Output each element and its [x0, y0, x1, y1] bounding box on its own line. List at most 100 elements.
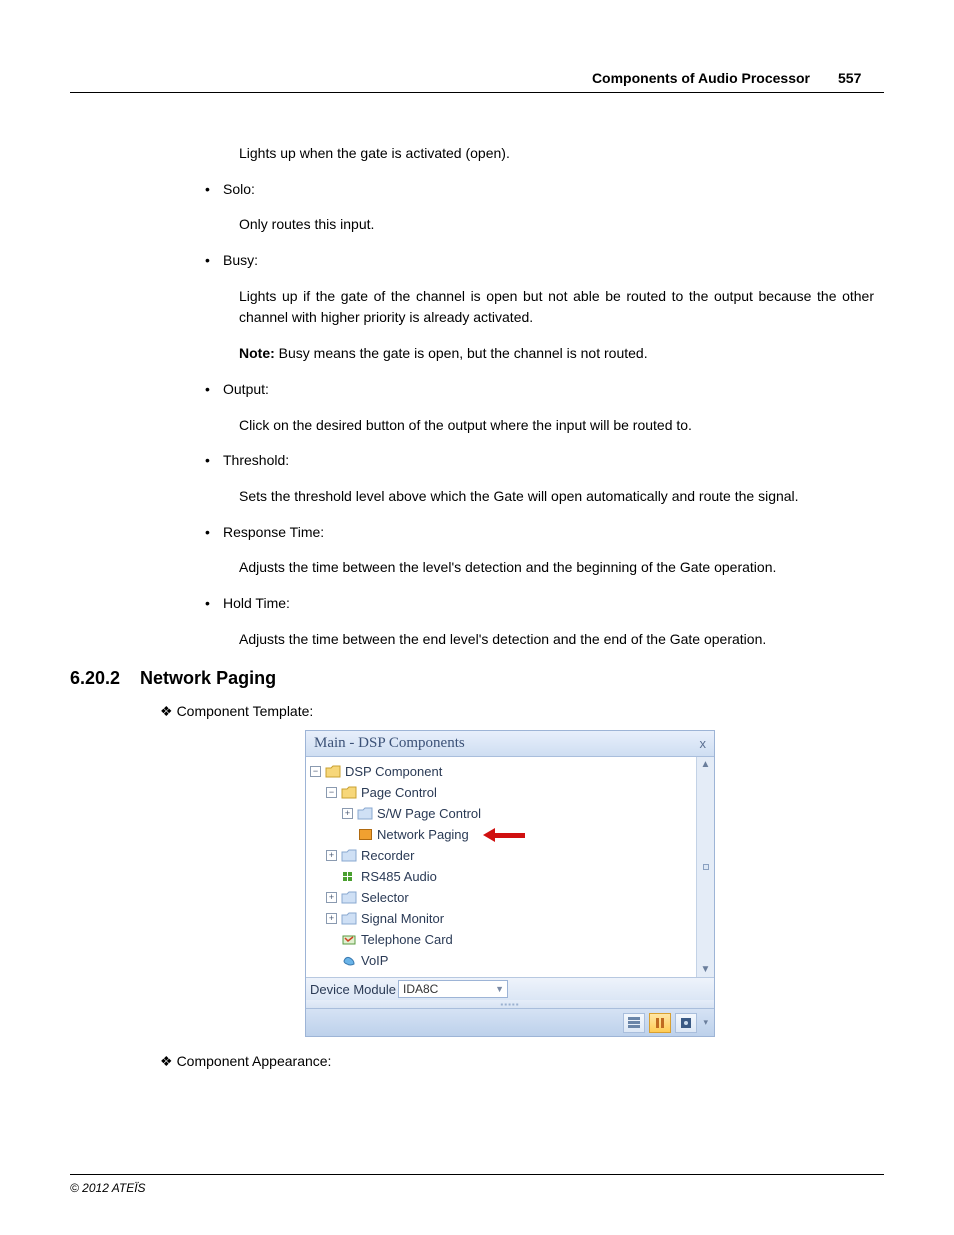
toolbar-settings-button[interactable]	[675, 1013, 697, 1033]
scroll-down-icon[interactable]: ▼	[701, 964, 711, 975]
toolbar-align-button[interactable]	[649, 1013, 671, 1033]
panel-toolbar: ▾	[306, 1008, 714, 1036]
scroll-thumb[interactable]	[703, 864, 709, 870]
template-label-text: Component Template:	[177, 703, 314, 720]
tree-item-telephone-card[interactable]: Telephone Card	[310, 929, 692, 950]
diamond-icon: ❖	[160, 1053, 173, 1070]
bullet-label: Threshold:	[223, 450, 289, 472]
component-appearance-label: ❖ Component Appearance:	[160, 1053, 884, 1070]
bullet-threshold: Threshold:	[205, 450, 874, 472]
panel-header: Main - DSP Components x	[306, 731, 714, 757]
tree-item-voip[interactable]: VoIP	[310, 950, 692, 971]
tree-item-signal-monitor[interactable]: + Signal Monitor	[310, 908, 692, 929]
close-icon[interactable]: x	[700, 736, 707, 751]
page-footer: © 2012 ATEÏS	[70, 1174, 884, 1195]
tree-label: DSP Component	[345, 764, 442, 779]
module-icon	[357, 828, 373, 842]
chevron-down-icon: ▼	[495, 984, 504, 994]
arrow-indicator-icon	[483, 828, 527, 842]
expand-icon[interactable]: +	[342, 808, 353, 819]
tree-item-page-control[interactable]: − Page Control	[310, 782, 692, 803]
content-body: Lights up when the gate is activated (op…	[205, 143, 874, 650]
tree-label: S/W Page Control	[377, 806, 481, 821]
folder-icon	[341, 786, 357, 800]
telephone-icon	[341, 933, 357, 947]
bullet-label: Hold Time:	[223, 593, 290, 615]
voip-icon	[341, 954, 357, 968]
diamond-icon: ❖	[160, 703, 173, 720]
bullet-icon	[205, 379, 223, 401]
collapse-icon[interactable]: −	[310, 766, 321, 777]
bullet-label: Response Time:	[223, 522, 324, 544]
folder-icon	[341, 891, 357, 905]
tree-label: Network Paging	[377, 827, 469, 842]
tree-item-dsp-component[interactable]: − DSP Component	[310, 761, 692, 782]
response-text: Adjusts the time between the level's det…	[239, 557, 874, 579]
busy-text: Lights up if the gate of the channel is …	[239, 286, 874, 329]
grid-icon	[341, 870, 357, 884]
tree-item-sw-page-control[interactable]: + S/W Page Control	[310, 803, 692, 824]
tree-label: RS485 Audio	[361, 869, 437, 884]
folder-icon	[341, 849, 357, 863]
bullet-icon	[205, 250, 223, 272]
bullet-label: Solo:	[223, 179, 255, 201]
bullet-busy: Busy:	[205, 250, 874, 272]
tree-item-rs485-audio[interactable]: RS485 Audio	[310, 866, 692, 887]
appearance-label-text: Component Appearance:	[177, 1053, 332, 1070]
busy-note: Note: Busy means the gate is open, but t…	[239, 343, 874, 365]
collapse-icon[interactable]: −	[326, 787, 337, 798]
panel-title: Main - DSP Components	[314, 735, 465, 752]
bullet-icon	[205, 522, 223, 544]
bullet-label: Output:	[223, 379, 269, 401]
output-text: Click on the desired button of the outpu…	[239, 415, 874, 437]
dsp-components-panel: Main - DSP Components x − DSP Component …	[305, 730, 715, 1037]
hold-text: Adjusts the time between the end level's…	[239, 629, 874, 651]
device-module-select[interactable]: IDA8C ▼	[398, 980, 508, 998]
bullet-icon	[205, 593, 223, 615]
section-number: 6.20.2	[70, 668, 120, 689]
page-header: Components of Audio Processor 557	[70, 70, 884, 93]
folder-icon	[357, 807, 373, 821]
tree-label: Signal Monitor	[361, 911, 444, 926]
device-module-label: Device Module	[310, 982, 396, 997]
gate-open-text: Lights up when the gate is activated (op…	[239, 143, 874, 165]
chevron-down-icon[interactable]: ▾	[703, 1017, 708, 1028]
device-module-row: Device Module IDA8C ▼	[306, 977, 714, 1000]
bullet-hold: Hold Time:	[205, 593, 874, 615]
tree-label: Selector	[361, 890, 409, 905]
page-number: 557	[838, 70, 884, 86]
bullet-solo: Solo:	[205, 179, 874, 201]
bullet-response: Response Time:	[205, 522, 874, 544]
copyright-text: © 2012 ATEÏS	[70, 1181, 146, 1195]
bullet-icon	[205, 450, 223, 472]
scrollbar[interactable]: ▲ ▼	[696, 757, 714, 977]
expand-icon[interactable]: +	[326, 913, 337, 924]
section-title: Network Paging	[140, 668, 276, 689]
folder-icon	[341, 912, 357, 926]
expand-icon[interactable]: +	[326, 892, 337, 903]
header-title: Components of Audio Processor	[592, 70, 810, 86]
section-heading: 6.20.2 Network Paging	[70, 668, 884, 689]
expand-icon[interactable]: +	[326, 850, 337, 861]
scroll-up-icon[interactable]: ▲	[701, 759, 711, 770]
tree-view[interactable]: − DSP Component − Page Control	[306, 757, 696, 977]
bullet-output: Output:	[205, 379, 874, 401]
tree-label: Page Control	[361, 785, 437, 800]
note-prefix: Note:	[239, 345, 275, 361]
tree-label: Recorder	[361, 848, 414, 863]
folder-icon	[325, 765, 341, 779]
device-module-value: IDA8C	[403, 982, 438, 996]
tree-item-recorder[interactable]: + Recorder	[310, 845, 692, 866]
bullet-label: Busy:	[223, 250, 258, 272]
note-body: Busy means the gate is open, but the cha…	[275, 345, 648, 361]
tree-item-network-paging[interactable]: Network Paging	[310, 824, 692, 845]
bullet-icon	[205, 179, 223, 201]
toolbar-list-button[interactable]	[623, 1013, 645, 1033]
threshold-text: Sets the threshold level above which the…	[239, 486, 874, 508]
component-template-label: ❖ Component Template:	[160, 703, 884, 720]
resize-grip[interactable]: ▪▪▪▪▪	[306, 1000, 714, 1008]
tree-label: VoIP	[361, 953, 388, 968]
tree-item-selector[interactable]: + Selector	[310, 887, 692, 908]
solo-text: Only routes this input.	[239, 214, 874, 236]
tree-label: Telephone Card	[361, 932, 453, 947]
